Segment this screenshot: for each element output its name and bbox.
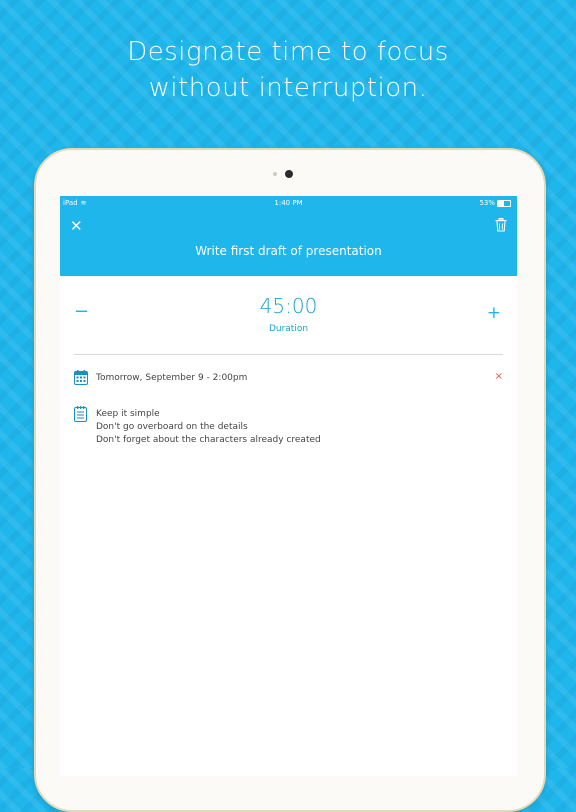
trash-icon[interactable]	[495, 218, 507, 232]
note-line: Don't forget about the characters alread…	[96, 434, 321, 447]
notes-section[interactable]: Keep it simple Don't go overboard on the…	[60, 404, 517, 452]
notes-icon	[74, 406, 87, 422]
battery-icon	[497, 200, 511, 207]
notes-text[interactable]: Keep it simple Don't go overboard on the…	[96, 408, 321, 447]
headline-line-2: without interruption.	[0, 70, 576, 106]
schedule-text[interactable]: Tomorrow, September 9 - 2:00pm	[96, 372, 247, 384]
app-screen: iPad≋ 1:40 PM 53% ✕ Write first draft of…	[60, 196, 517, 776]
front-sensor	[273, 172, 277, 176]
calendar-icon	[74, 370, 88, 385]
remove-schedule-button[interactable]: ×	[495, 371, 503, 383]
status-bar: iPad≋ 1:40 PM 53%	[60, 196, 517, 210]
schedule-row[interactable]: Tomorrow, September 9 - 2:00pm ×	[60, 368, 517, 390]
close-icon[interactable]: ✕	[70, 218, 83, 234]
battery-percent: 53%	[479, 199, 495, 207]
marketing-headline: Designate time to focus without interrup…	[0, 34, 576, 106]
task-header: ✕ Write first draft of presentation	[60, 210, 517, 276]
status-right: 53%	[479, 196, 511, 210]
duration-control: − 45:00 Duration +	[60, 276, 517, 354]
increase-duration-button[interactable]: +	[487, 304, 501, 322]
task-title[interactable]: Write first draft of presentation	[60, 243, 517, 259]
duration-value[interactable]: 45:00	[60, 294, 517, 318]
duration-label: Duration	[60, 323, 517, 335]
section-divider	[74, 354, 503, 355]
status-time: 1:40 PM	[60, 196, 517, 210]
note-line: Don't go overboard on the details	[96, 421, 321, 434]
front-camera	[285, 170, 293, 178]
note-line: Keep it simple	[96, 408, 321, 421]
headline-line-1: Designate time to focus	[0, 34, 576, 70]
